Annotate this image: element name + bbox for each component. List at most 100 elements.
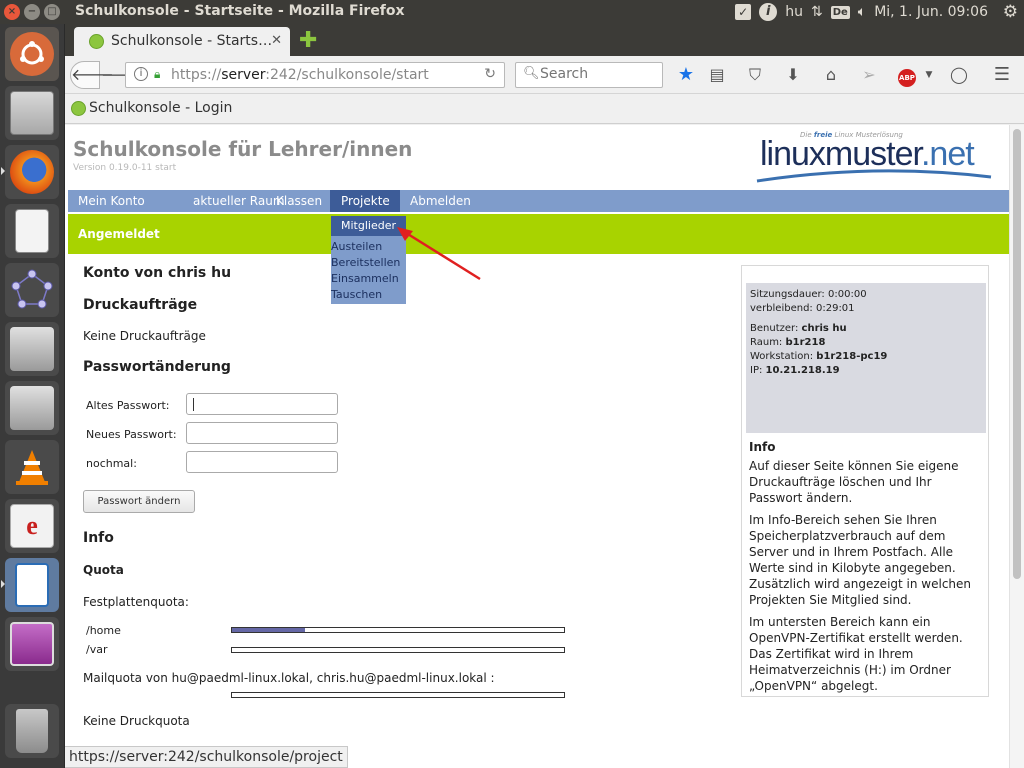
reading-list-icon[interactable]: ▤ [707, 65, 727, 85]
window-minimize-button[interactable]: − [24, 4, 40, 20]
hard-drive-icon [10, 327, 54, 371]
site-favicon-icon [89, 34, 104, 49]
launcher-drive-1[interactable] [5, 322, 59, 376]
page-scrollbar[interactable] [1009, 125, 1024, 768]
url-bar[interactable]: i 🔒︎ https://server:242/schulkonsole/sta… [125, 62, 505, 88]
session-duration: Sitzungsdauer: 0:00:00 [750, 289, 867, 300]
dropdown-item-tauschen[interactable]: Tauschen [331, 288, 382, 301]
menu-projekte[interactable]: Projekte [330, 190, 400, 212]
forward-button[interactable]: 🡒 [101, 63, 141, 87]
session-user: Benutzer: chris hu [750, 323, 847, 334]
bookmarks-toolbar: Schulkonsole - Login [65, 94, 1024, 124]
chat-bubble-icon[interactable]: ◯ [949, 65, 969, 85]
menu-mein-konto[interactable]: Mein Konto [78, 194, 145, 208]
info-sidebar: Sitzungsdauer: 0:00:00 verbleibend: 0:29… [741, 265, 989, 697]
info-heading: Info [83, 530, 114, 546]
launcher-pdf-reader[interactable]: e [5, 499, 59, 553]
scrollbar-thumb[interactable] [1013, 129, 1021, 579]
checkbox-indicator-icon[interactable]: ✓ [735, 4, 752, 20]
search-box[interactable]: 🔍︎ [515, 62, 663, 88]
launcher-firefox[interactable] [5, 145, 59, 199]
new-tab-button[interactable]: ✚ [299, 28, 317, 53]
print-quota-text: Keine Druckquota [83, 714, 190, 728]
clock[interactable]: Mi, 1. Jun. 09:06 [874, 4, 988, 20]
file-cabinet-icon [10, 91, 54, 135]
quota-home-bar [231, 627, 565, 633]
menu-abmelden[interactable]: Abmelden [410, 194, 471, 208]
navigation-bar: 🡐 🡒 i 🔒︎ https://server:242/schulkonsole… [65, 56, 1024, 94]
launcher-trash[interactable] [5, 704, 59, 758]
tab-close-icon[interactable]: ✕ [271, 33, 282, 48]
launcher-drive-2[interactable] [5, 381, 59, 435]
tab-schulkonsole[interactable]: Schulkonsole - Starts… ✕ [74, 27, 290, 56]
window-maximize-button[interactable]: □ [44, 4, 60, 20]
info-indicator-icon[interactable]: i [759, 3, 778, 21]
top-panel: × − □ Schulkonsole - Startseite - Mozill… [0, 0, 1024, 24]
main-menu: Mein Konto aktueller Raum Klassen Projek… [68, 190, 1009, 212]
bookmark-label: Schulkonsole - Login [89, 100, 233, 116]
old-password-label: Altes Passwort: [86, 399, 170, 412]
adblock-dropdown-icon[interactable]: ▼ [919, 65, 939, 85]
home-icon[interactable]: ⌂ [821, 65, 841, 85]
menu-aktueller-raum[interactable]: aktueller Raum [193, 194, 285, 208]
reload-icon[interactable]: ↻ [484, 66, 496, 82]
print-jobs-text: Keine Druckaufträge [83, 329, 206, 343]
pdf-reader-icon: e [10, 504, 54, 548]
downloads-icon[interactable]: ⬇ [783, 65, 803, 85]
dropdown-item-bereitstellen[interactable]: Bereitstellen [331, 256, 400, 269]
bookmark-favicon-icon [71, 100, 86, 116]
adblock-icon[interactable]: ABP [897, 65, 917, 87]
password-heading: Passwortänderung [83, 359, 231, 375]
send-icon[interactable]: ➢ [859, 65, 879, 85]
session-gear-icon[interactable]: ⚙ [1003, 2, 1018, 22]
launcher: e [0, 24, 65, 768]
dropdown-item-austeilen[interactable]: Austeilen [331, 240, 382, 253]
launcher-vlc[interactable] [5, 440, 59, 494]
dropdown-item-einsammeln[interactable]: Einsammeln [331, 272, 399, 285]
linuxmuster-logo[interactable]: Die freie Linux Musterlösung linuxmuster… [755, 129, 995, 185]
purple-screen-icon [10, 622, 54, 666]
new-password-field[interactable] [186, 422, 338, 444]
logo-swoosh-icon [756, 169, 992, 183]
window-close-button[interactable]: × [4, 4, 20, 20]
status-bar-green: Angemeldet [68, 214, 1009, 254]
url-text[interactable]: https://server:242/schulkonsole/start [171, 67, 429, 83]
window-title: Schulkonsole - Startseite - Mozilla Fire… [75, 3, 405, 19]
search-icon: 🔍︎ [523, 66, 540, 81]
menu-klassen[interactable]: Klassen [276, 194, 322, 208]
sidebar-paragraph-1: Auf dieser Seite können Sie eigene Druck… [749, 459, 959, 505]
pocket-icon[interactable]: ⛉ [745, 65, 765, 85]
hard-drive-icon [10, 386, 54, 430]
launcher-writer[interactable] [5, 558, 59, 612]
writer-document-icon [15, 563, 49, 607]
ubuntu-logo-icon [10, 32, 54, 76]
bookmark-star-icon[interactable]: ★ [676, 65, 696, 85]
old-password-field[interactable] [186, 393, 338, 415]
launcher-ubuntu-dash[interactable] [5, 27, 59, 81]
account-heading: Konto von chris hu [83, 265, 232, 281]
sidebar-info-heading: Info [749, 440, 776, 454]
repeat-password-field[interactable] [186, 451, 338, 473]
back-button[interactable]: 🡐 [70, 61, 114, 89]
tab-bar: Schulkonsole - Starts… ✕ ✚ [65, 24, 1024, 56]
quota-home-fill [232, 628, 306, 632]
site-info-icon[interactable]: i [134, 67, 148, 81]
new-password-label: Neues Passwort: [86, 428, 177, 441]
keyboard-layout-icon[interactable]: De [830, 5, 850, 19]
launcher-files[interactable] [5, 86, 59, 140]
volume-icon[interactable]: 🔈︎ [858, 4, 866, 20]
launcher-graph-app[interactable] [5, 263, 59, 317]
search-input[interactable] [540, 66, 658, 82]
lock-icon: 🔒︎ [154, 67, 161, 81]
quota-home-label: /home [86, 624, 121, 637]
change-password-button[interactable]: Passwort ändern [83, 490, 195, 513]
page-viewport: Schulkonsole für Lehrer/innen Version 0.… [65, 125, 1009, 768]
launcher-screen-app[interactable] [5, 617, 59, 671]
graph-nodes-icon [10, 268, 54, 312]
launcher-document-viewer[interactable] [5, 204, 59, 258]
keyboard-indicator-label[interactable]: hu [785, 4, 803, 20]
quota-var-bar [231, 647, 565, 653]
hamburger-menu-icon[interactable]: ☰ [992, 65, 1012, 85]
bookmark-login[interactable]: Schulkonsole - Login [71, 100, 232, 116]
network-updown-icon[interactable]: ⇅ [811, 4, 823, 20]
